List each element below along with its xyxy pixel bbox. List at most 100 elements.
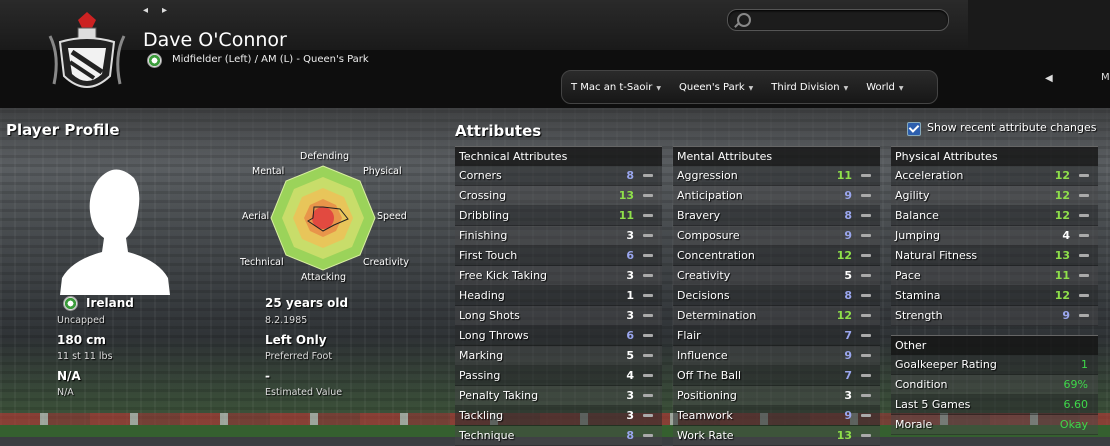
attribute-row[interactable]: Heading 1 (455, 286, 662, 306)
attribute-row[interactable]: Balance 12 (891, 206, 1098, 226)
attribute-value: Okay (1059, 418, 1088, 431)
attribute-name: Long Throws (459, 329, 529, 342)
breadcrumb-division[interactable]: Third Division ▼ (762, 82, 857, 93)
attribute-value: 8 (844, 289, 852, 302)
attribute-value: 13 (618, 189, 634, 202)
attribute-row[interactable]: Anticipation 9 (673, 186, 880, 206)
attribute-name: Finishing (459, 229, 508, 242)
attribute-name: Concentration (677, 249, 755, 262)
attribute-row[interactable]: Strength 9 (891, 306, 1098, 326)
attribute-row[interactable]: Aggression 11 (673, 166, 880, 186)
attribute-row[interactable]: Concentration 12 (673, 246, 880, 266)
no-change-indicator-icon (861, 214, 871, 217)
attribute-row[interactable]: Tackling 3 (455, 406, 662, 426)
attribute-row[interactable]: Influence 9 (673, 346, 880, 366)
attribute-name: First Touch (459, 249, 518, 262)
attribute-row[interactable]: Teamwork 9 (673, 406, 880, 426)
attribute-value: 9 (844, 189, 852, 202)
no-change-indicator-icon (643, 254, 653, 257)
show-recent-changes-checkbox[interactable] (907, 122, 921, 136)
chevron-down-icon: ▼ (748, 84, 754, 92)
player-value-sub: N/A (57, 387, 74, 398)
attribute-row[interactable]: Natural Fitness 13 (891, 246, 1098, 266)
attribute-row[interactable]: Technique 8 (455, 426, 662, 446)
attribute-row[interactable]: Work Rate 13 (673, 426, 880, 446)
attribute-row[interactable]: Long Shots 3 (455, 306, 662, 326)
attribute-row[interactable]: Flair 7 (673, 326, 880, 346)
back-arrow-icon[interactable]: ◀ (1045, 73, 1053, 84)
attributes-title: Attributes (455, 122, 542, 140)
attribute-row[interactable]: Finishing 3 (455, 226, 662, 246)
attribute-value: 12 (836, 249, 852, 262)
attribute-row[interactable]: Condition 69% (891, 375, 1098, 395)
attribute-row[interactable]: Creativity 5 (673, 266, 880, 286)
previous-player-icon[interactable]: ◂ (143, 5, 162, 16)
search-input[interactable] (727, 9, 949, 31)
attribute-row[interactable]: Dribbling 11 (455, 206, 662, 226)
no-change-indicator-icon (861, 334, 871, 337)
chevron-down-icon: ▼ (656, 84, 662, 92)
breadcrumb: T Mac an t-Saoir ▼ Queen's Park ▼ Third Di… (561, 70, 938, 104)
attribute-value: 6 (626, 329, 634, 342)
attribute-name: Morale (895, 418, 933, 431)
attribute-name: Anticipation (677, 189, 743, 202)
cut-off-menu-label[interactable]: M (1101, 72, 1110, 83)
no-change-indicator-icon (1079, 274, 1089, 277)
attribute-value: 3 (626, 269, 634, 282)
preferred-foot: Left Only (265, 333, 327, 347)
radar-label-aerial: Aerial (242, 211, 270, 222)
attribute-row[interactable]: Corners 8 (455, 166, 662, 186)
attribute-row[interactable]: Decisions 8 (673, 286, 880, 306)
attribute-name: Marking (459, 349, 504, 362)
attribute-name: Acceleration (895, 169, 964, 182)
attribute-name: Strength (895, 309, 943, 322)
attribute-row[interactable]: Goalkeeper Rating 1 (891, 355, 1098, 375)
next-player-icon[interactable]: ▸ (162, 5, 181, 16)
attribute-row[interactable]: Penalty Taking 3 (455, 386, 662, 406)
attribute-row[interactable]: Determination 12 (673, 306, 880, 326)
player-value-main: N/A (57, 369, 81, 383)
breadcrumb-world[interactable]: World ▼ (857, 82, 912, 93)
breadcrumb-club[interactable]: Queen's Park ▼ (670, 82, 762, 93)
attribute-row[interactable]: Agility 12 (891, 186, 1098, 206)
attribute-row[interactable]: Off The Ball 7 (673, 366, 880, 386)
attribute-value: 4 (626, 369, 634, 382)
attribute-row[interactable]: First Touch 6 (455, 246, 662, 266)
nationality[interactable]: Ireland (86, 296, 134, 310)
breadcrumb-manager[interactable]: T Mac an t-Saoir ▼ (562, 82, 670, 93)
no-change-indicator-icon (861, 194, 871, 197)
attribute-row[interactable]: Marking 5 (455, 346, 662, 366)
attribute-row[interactable]: Passing 4 (455, 366, 662, 386)
attribute-row[interactable]: Long Throws 6 (455, 326, 662, 346)
player-weight: 11 st 11 lbs (57, 351, 113, 362)
technical-attributes-table: Technical Attributes Corners 8 Crossing 13 D… (455, 146, 662, 446)
attribute-name: Determination (677, 309, 757, 322)
attribute-name: Work Rate (677, 429, 734, 442)
attribute-row[interactable]: Crossing 13 (455, 186, 662, 206)
attribute-value: 1 (1081, 358, 1088, 371)
attribute-row[interactable]: Jumping 4 (891, 226, 1098, 246)
attribute-name: Balance (895, 209, 939, 222)
attribute-row[interactable]: Morale Okay (891, 415, 1098, 435)
no-change-indicator-icon (643, 394, 653, 397)
attribute-row[interactable]: Acceleration 12 (891, 166, 1098, 186)
attribute-row[interactable]: Composure 9 (673, 226, 880, 246)
attribute-value: 11 (618, 209, 634, 222)
show-recent-changes-label[interactable]: Show recent attribute changes (927, 121, 1097, 134)
no-change-indicator-icon (643, 374, 653, 377)
attribute-row[interactable]: Bravery 8 (673, 206, 880, 226)
no-change-indicator-icon (861, 274, 871, 277)
attribute-name: Goalkeeper Rating (895, 358, 997, 371)
attribute-row[interactable]: Positioning 3 (673, 386, 880, 406)
attribute-row[interactable]: Free Kick Taking 3 (455, 266, 662, 286)
preferred-foot-label: Preferred Foot (265, 351, 333, 362)
attribute-name: Agility (895, 189, 930, 202)
no-change-indicator-icon (861, 374, 871, 377)
attribute-value: 9 (844, 349, 852, 362)
attribute-row[interactable]: Stamina 12 (891, 286, 1098, 306)
player-silhouette-icon (60, 169, 170, 295)
attribute-row[interactable]: Last 5 Games 6.60 (891, 395, 1098, 415)
attribute-value: 13 (1054, 249, 1070, 262)
attribute-row[interactable]: Pace 11 (891, 266, 1098, 286)
breadcrumb-label: World (866, 81, 895, 93)
